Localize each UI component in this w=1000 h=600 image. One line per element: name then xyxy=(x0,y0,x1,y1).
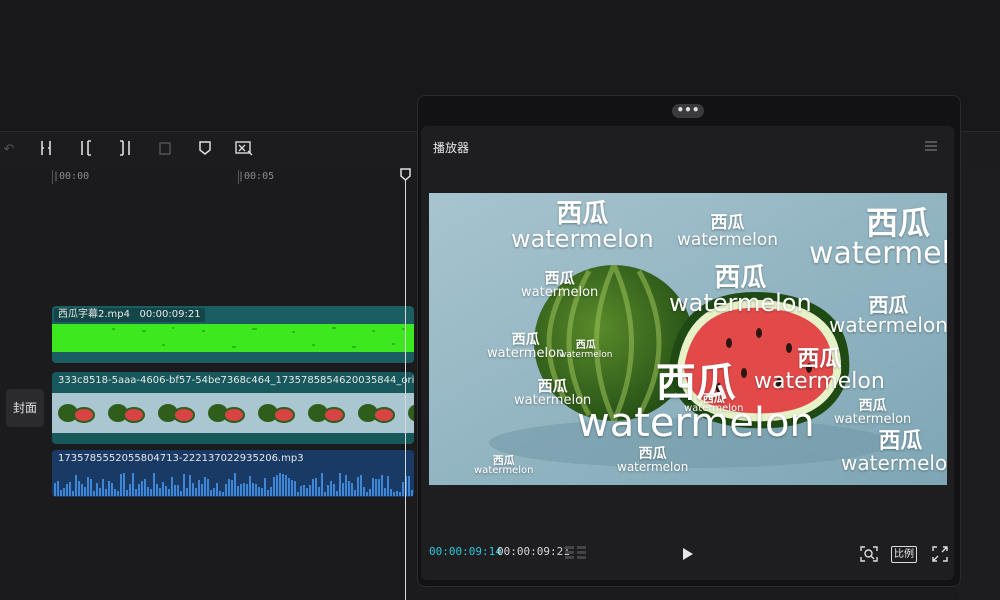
text-track-filename: 西瓜字幕2.mp4 xyxy=(58,309,130,320)
subtitle-en: watermelon xyxy=(474,465,534,476)
text-track-duration: 00:00:09:21 xyxy=(139,309,201,320)
mask-icon[interactable] xyxy=(235,140,253,160)
text-track-clip[interactable]: 西瓜字幕2.mp4 00:00:09:21 xyxy=(52,306,414,363)
split-left-icon[interactable] xyxy=(77,140,95,160)
fullscreen-icon[interactable] xyxy=(932,546,948,562)
subtitle-word: 西瓜watermelon xyxy=(809,207,947,269)
subtitle-word: 西瓜watermelon xyxy=(487,333,564,360)
marker-icon[interactable] xyxy=(196,140,214,160)
subtitle-word: 西瓜watermelon xyxy=(474,455,533,476)
subtitle-cn: 西瓜 xyxy=(878,429,923,454)
undo-icon[interactable]: ↶ xyxy=(0,140,18,160)
subtitle-cn: 西瓜 xyxy=(638,446,667,462)
subtitle-cn: 西瓜 xyxy=(858,398,887,414)
subtitle-word: 西瓜watermelon xyxy=(834,399,911,426)
zoom-fit-icon[interactable] xyxy=(860,546,878,562)
video-thumbnail xyxy=(108,404,145,423)
ruler-label-5: |00:05 xyxy=(238,171,275,182)
video-thumbnail xyxy=(358,404,395,423)
play-icon[interactable] xyxy=(682,547,694,561)
video-thumbnail xyxy=(408,404,414,422)
subtitle-en: watermelon xyxy=(684,403,744,414)
subtitle-en: watermelon xyxy=(487,346,565,361)
video-preview[interactable]: 西瓜watermelon西瓜watermelon西瓜watermelon西瓜wa… xyxy=(429,193,947,485)
text-track-waveform xyxy=(52,324,414,352)
video-thumbnail xyxy=(258,404,295,423)
subtitle-cn: 西瓜 xyxy=(866,204,931,242)
player-title: 播放器 xyxy=(433,141,470,155)
delete-icon[interactable] xyxy=(156,140,174,160)
subtitle-overlay: 西瓜watermelon西瓜watermelon西瓜watermelon西瓜wa… xyxy=(429,193,947,485)
subtitle-cn: 西瓜 xyxy=(556,199,609,229)
ruler-label-0: |00:00 xyxy=(53,171,90,182)
subtitle-en: watermelon xyxy=(617,460,689,474)
subtitle-word: 西瓜watermelon xyxy=(521,269,599,300)
subtitle-cn: 西瓜 xyxy=(868,293,909,317)
subtitle-word: 西瓜watermelon xyxy=(617,447,688,473)
video-thumbnail xyxy=(208,404,245,423)
subtitle-en: watermelon xyxy=(514,393,592,408)
audio-waveform xyxy=(54,473,413,496)
subtitle-en: watermelon xyxy=(809,236,947,271)
video-thumbnail xyxy=(308,404,345,423)
subtitle-word: 西瓜watermelon xyxy=(559,341,613,360)
video-track-clip[interactable]: 333c8518-5aaa-4606-bf57-54be7368c464_173… xyxy=(52,372,414,444)
subtitle-en: watermelon xyxy=(521,285,599,300)
subtitle-word: 西瓜watermelon xyxy=(677,215,778,249)
subtitle-cn: 西瓜 xyxy=(537,377,568,395)
ratio-button[interactable]: 比例 xyxy=(891,546,917,563)
split-icon[interactable] xyxy=(37,140,55,160)
subtitle-en: watermelon xyxy=(677,230,779,250)
subtitle-word: 西瓜watermelon xyxy=(511,201,654,251)
subtitle-cn: 西瓜 xyxy=(511,332,540,348)
subtitle-en: watermelon xyxy=(669,289,812,317)
total-time: 00:00:09:21 xyxy=(497,545,570,558)
video-thumbnail xyxy=(158,404,195,423)
panel-drag-handle[interactable]: ••• xyxy=(672,104,704,118)
subtitle-cn: 西瓜 xyxy=(714,263,767,293)
playhead-handle[interactable] xyxy=(400,168,411,181)
subtitle-en: watermelon xyxy=(559,350,613,360)
video-thumbnails xyxy=(52,393,414,433)
cover-button[interactable]: 封面 xyxy=(6,389,44,427)
audio-track-clip[interactable]: 1735785552055804713-222137022935206.mp3 xyxy=(52,450,414,497)
subtitle-word: 西瓜watermelon xyxy=(829,295,947,335)
subtitle-en: watermelon xyxy=(841,451,947,475)
right-strip xyxy=(959,169,1000,600)
subtitle-word: 西瓜watermelon xyxy=(514,377,592,408)
menu-icon[interactable] xyxy=(924,140,938,152)
subtitle-word: 西瓜watermelon xyxy=(684,393,743,414)
video-thumbnail xyxy=(58,404,95,423)
subtitle-cn: 西瓜 xyxy=(544,269,575,287)
subtitle-en: watermelon xyxy=(834,412,912,427)
subtitle-en: watermelon xyxy=(829,313,947,337)
subtitle-word: 西瓜watermelon xyxy=(841,429,947,475)
playhead-line[interactable] xyxy=(405,169,406,600)
current-time: 00:00:09:14 xyxy=(429,545,502,558)
subtitle-en: watermelon xyxy=(511,225,654,253)
text-track-label: 西瓜字幕2.mp4 00:00:09:21 xyxy=(54,308,205,322)
grid-icon[interactable] xyxy=(565,546,587,560)
subtitle-word: 西瓜watermelon xyxy=(669,265,812,315)
split-right-icon[interactable] xyxy=(116,140,134,160)
video-track-label: 333c8518-5aaa-4606-bf57-54be7368c464_173… xyxy=(58,375,414,386)
